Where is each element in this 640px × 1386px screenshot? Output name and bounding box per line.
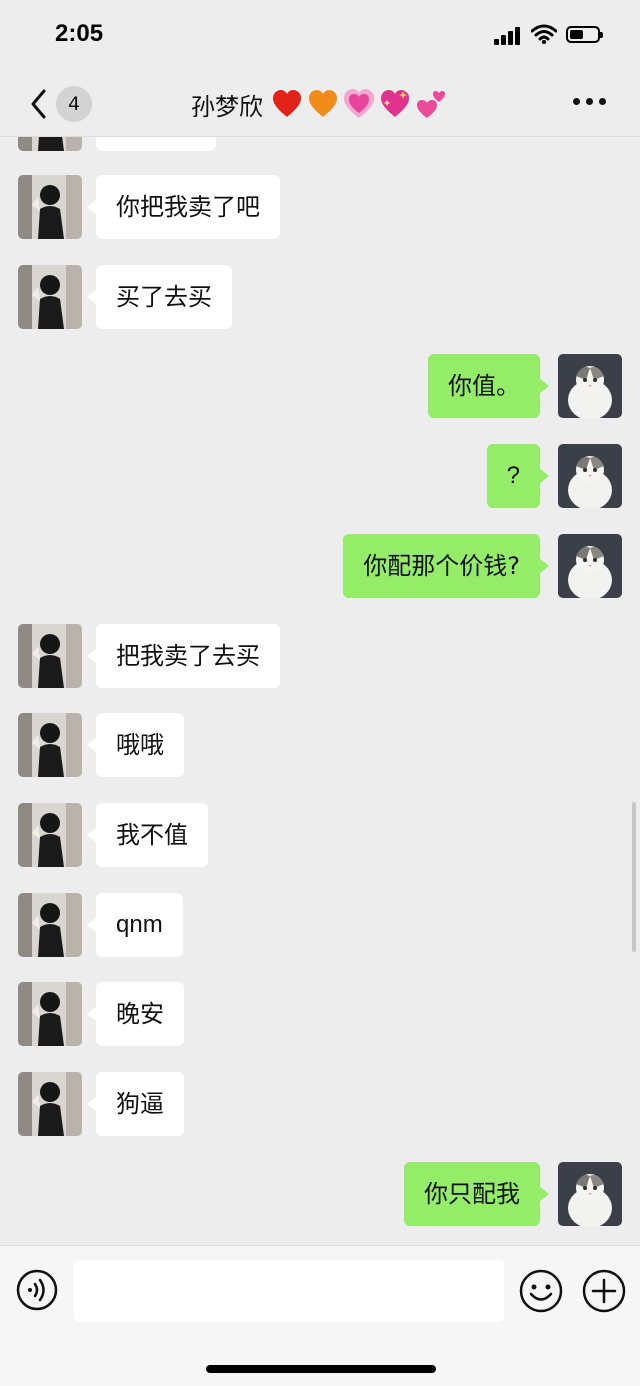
cat-avatar[interactable] xyxy=(558,354,622,418)
message-bubble[interactable]: 狗逼 xyxy=(87,1072,184,1136)
chevron-left-icon xyxy=(31,89,46,119)
message-bubble[interactable]: qnm xyxy=(87,893,183,957)
message-bubble[interactable]: 我不值 xyxy=(87,803,208,867)
message-list[interactable]: 你把我卖了吧 买了去买 你值。 ? 你配那个价钱? 把我卖了去买 哦哦 我不值 … xyxy=(0,137,640,1245)
message-bubble[interactable]: ? xyxy=(486,444,550,508)
home-indicator[interactable] xyxy=(206,1365,436,1373)
contact-avatar[interactable] xyxy=(18,803,82,867)
message-bubble[interactable] xyxy=(96,137,216,151)
contact-avatar[interactable] xyxy=(18,982,82,1046)
contact-avatar[interactable] xyxy=(18,893,82,957)
two-hearts-icon xyxy=(417,91,445,118)
message-row-incoming: 我不值 xyxy=(0,803,640,867)
message-row-outgoing: 你只配我 xyxy=(0,1162,640,1226)
growing-heart-icon xyxy=(344,89,374,118)
message-row-incoming: 狗逼 xyxy=(0,1072,640,1136)
cat-avatar[interactable] xyxy=(558,534,622,598)
cellular-signal-icon xyxy=(494,27,520,45)
emoji-icon[interactable] xyxy=(519,1269,563,1313)
message-bubble[interactable]: 买了去买 xyxy=(87,265,232,329)
message-row-outgoing: ? xyxy=(0,444,640,508)
message-bubble[interactable]: 你配那个价钱? xyxy=(343,534,549,598)
message-input[interactable] xyxy=(74,1260,504,1322)
contact-avatar[interactable] xyxy=(18,624,82,688)
message-row-incoming: qnm xyxy=(0,893,640,957)
message-bubble[interactable]: 晚安 xyxy=(87,982,184,1046)
wifi-icon xyxy=(531,24,557,44)
contact-avatar[interactable] xyxy=(18,137,82,151)
sparkling-heart-icon xyxy=(381,90,409,117)
voice-icon[interactable] xyxy=(16,1269,58,1311)
message-bubble[interactable]: 你值。 xyxy=(428,354,549,418)
status-time: 2:05 xyxy=(55,20,104,47)
message-row-partial xyxy=(0,137,640,151)
message-row-incoming: 哦哦 xyxy=(0,713,640,777)
red-heart-icon xyxy=(273,90,301,117)
contact-avatar[interactable] xyxy=(18,1072,82,1136)
plus-icon[interactable] xyxy=(582,1269,626,1313)
message-row-incoming: 把我卖了去买 xyxy=(0,624,640,688)
message-bubble[interactable]: 哦哦 xyxy=(87,713,184,777)
contact-avatar[interactable] xyxy=(18,265,82,329)
battery-icon xyxy=(566,26,603,43)
cat-avatar[interactable] xyxy=(558,1162,622,1226)
message-bubble[interactable]: 把我卖了去买 xyxy=(87,624,280,688)
contact-avatar[interactable] xyxy=(18,175,82,239)
chat-header: 4 孙梦欣 xyxy=(0,70,640,137)
scrollbar[interactable] xyxy=(632,802,636,952)
message-row-outgoing: 你值。 xyxy=(0,354,640,418)
unread-count-badge: 4 xyxy=(56,86,92,122)
cat-avatar[interactable] xyxy=(558,444,622,508)
more-options-button[interactable] xyxy=(573,98,607,108)
message-row-outgoing: 你配那个价钱? xyxy=(0,534,640,598)
chat-title: 孙梦欣 xyxy=(110,84,530,124)
contact-name: 孙梦欣 xyxy=(191,92,263,121)
message-row-incoming: 你把我卖了吧 xyxy=(0,175,640,239)
message-row-incoming: 晚安 xyxy=(0,982,640,1046)
back-button[interactable]: 4 xyxy=(28,84,98,124)
status-bar: 2:05 xyxy=(0,0,640,70)
contact-avatar[interactable] xyxy=(18,713,82,777)
orange-heart-icon xyxy=(309,90,337,117)
message-row-incoming: 买了去买 xyxy=(0,265,640,329)
message-bubble[interactable]: 你把我卖了吧 xyxy=(87,175,280,239)
message-bubble[interactable]: 你只配我 xyxy=(404,1162,549,1226)
